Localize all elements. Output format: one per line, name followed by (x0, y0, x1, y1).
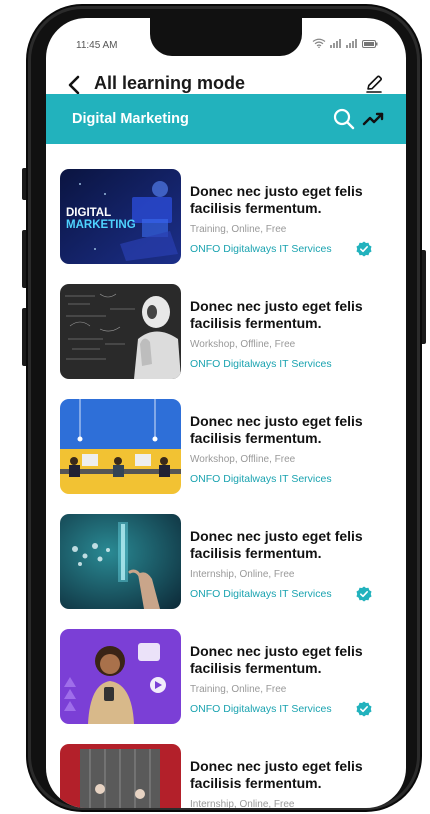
course-meta: Workshop, Offline, Free (190, 454, 296, 465)
course-meta: Training, Online, Free (190, 684, 287, 695)
pencil-icon (366, 75, 382, 93)
trending-button[interactable] (362, 109, 386, 129)
digital-hand-image (60, 514, 181, 609)
course-thumbnail (60, 629, 181, 724)
course-item[interactable]: Donec nec justo eget felis facilisis fer… (60, 514, 396, 614)
course-item[interactable]: Donec nec justo eget felis facilisis fer… (60, 284, 396, 384)
course-provider[interactable]: ONFO Digitalways IT Services (190, 358, 332, 370)
category-bar: Digital Marketing (46, 94, 406, 144)
woman-with-phone-image (60, 629, 181, 724)
course-meta: Internship, Online, Free (190, 569, 295, 580)
verified-badge-icon (356, 241, 372, 257)
search-icon (333, 108, 355, 130)
office-workers-image (60, 399, 181, 494)
course-item[interactable]: Donec nec justo eget felis facilisis fer… (60, 629, 396, 729)
course-title: Donec nec justo eget felis facilisis fer… (190, 413, 363, 446)
notch (150, 18, 302, 56)
course-title: Donec nec justo eget felis facilisis fer… (190, 643, 363, 676)
back-button[interactable] (66, 75, 84, 95)
course-meta: Workshop, Offline, Free (190, 339, 296, 350)
course-title: Donec nec justo eget felis facilisis fer… (190, 528, 363, 561)
course-thumbnail (60, 514, 181, 609)
edit-button[interactable] (364, 74, 384, 94)
course-provider[interactable]: ONFO Digitalways IT Services (190, 588, 332, 600)
course-list: DIGITAL MARKETING Donec nec justo eget f… (46, 144, 406, 808)
battery-icon (362, 40, 378, 48)
course-provider[interactable]: ONFO Digitalways IT Services (190, 473, 332, 485)
course-title: Donec nec justo eget felis facilisis fer… (190, 298, 363, 331)
chevron-left-icon (68, 75, 80, 95)
course-meta: Internship, Online, Free (190, 799, 295, 808)
course-title: Donec nec justo eget felis facilisis fer… (190, 758, 363, 791)
course-provider[interactable]: ONFO Digitalways IT Services (190, 243, 332, 255)
status-time: 11:45 AM (76, 40, 118, 51)
course-title: Donec nec justo eget felis facilisis fer… (190, 183, 363, 216)
signal-icon (330, 39, 341, 48)
robot-chalkboard-image (60, 284, 181, 379)
course-thumbnail: DIGITAL MARKETING (60, 169, 181, 264)
thumbnail-caption-line1: DIGITAL (66, 207, 112, 219)
status-icons (312, 38, 378, 48)
page-title: All learning mode (94, 73, 246, 93)
course-meta: Training, Online, Free (190, 224, 287, 235)
server-room-image (60, 744, 181, 808)
category-title: Digital Marketing (72, 111, 189, 127)
signal-icon (346, 39, 357, 48)
thumbnail-caption: DIGITAL MARKETING (66, 207, 136, 231)
thumbnail-caption-line2: MARKETING (66, 219, 136, 231)
wifi-icon (312, 38, 326, 48)
course-thumbnail (60, 399, 181, 494)
course-item[interactable]: Donec nec justo eget felis facilisis fer… (60, 744, 396, 808)
course-item[interactable]: Donec nec justo eget felis facilisis fer… (60, 399, 396, 499)
verified-badge-icon (356, 586, 372, 602)
course-thumbnail (60, 744, 181, 808)
verified-badge-icon (356, 701, 372, 717)
course-thumbnail (60, 284, 181, 379)
phone-power-button (420, 250, 426, 344)
search-button[interactable] (332, 107, 356, 131)
course-item[interactable]: DIGITAL MARKETING Donec nec justo eget f… (60, 169, 396, 269)
course-provider[interactable]: ONFO Digitalways IT Services (190, 703, 332, 715)
phone-screen: 11:45 AM All learning mode Digital Marke… (46, 18, 406, 808)
trending-up-icon (362, 112, 384, 126)
